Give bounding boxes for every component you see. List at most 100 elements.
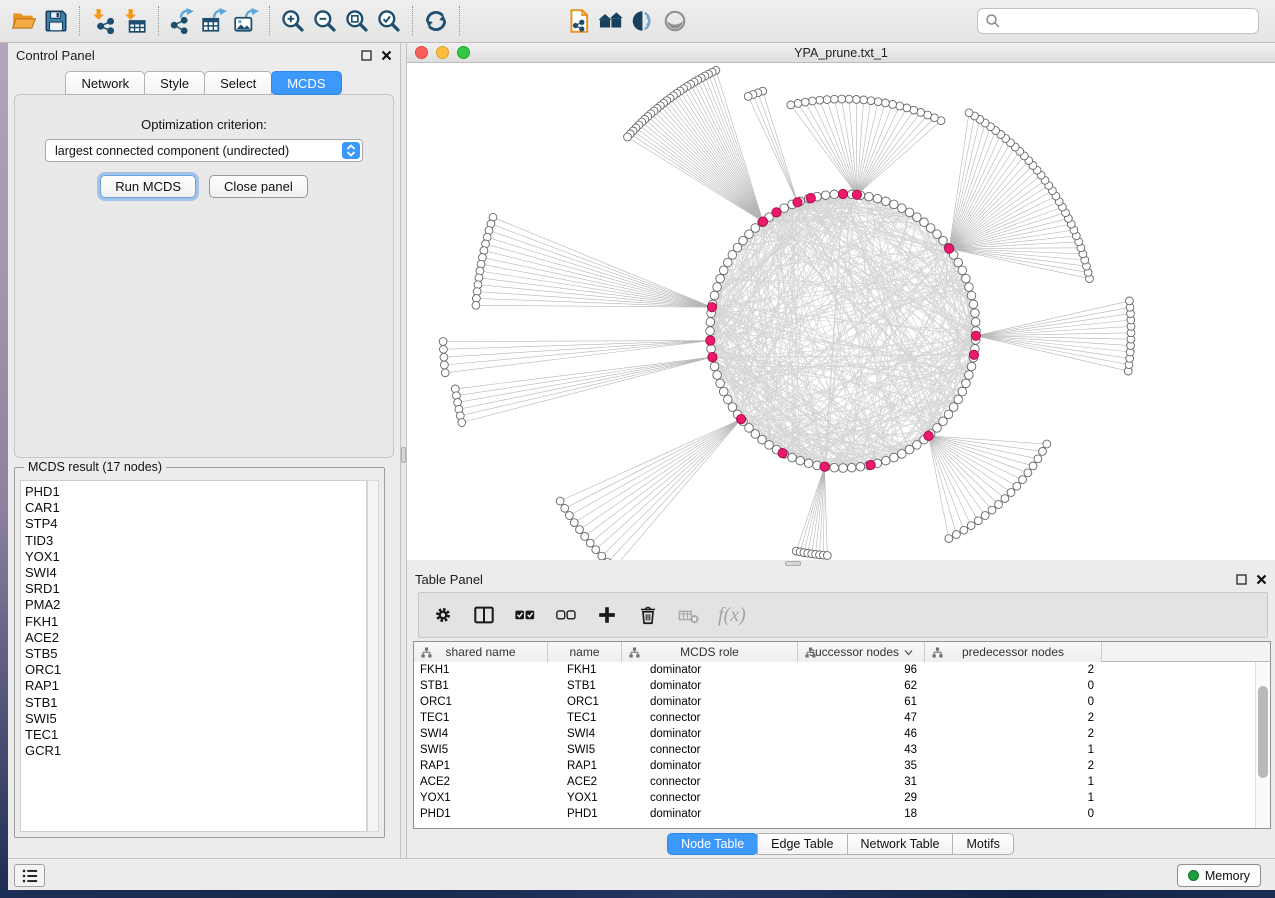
run-mcds-button[interactable]: Run MCDS [100, 175, 196, 198]
table-settings-button[interactable] [431, 603, 455, 627]
mcds-result-item[interactable]: STB5 [25, 646, 366, 662]
table-row[interactable]: YOX1YOX1connector291 [414, 790, 1270, 806]
mcds-result-item[interactable]: STB1 [25, 695, 366, 711]
cell-shared-name: ACE2 [414, 776, 548, 788]
refresh-icon [423, 8, 449, 34]
unchecked-boxes-icon [555, 604, 577, 626]
column-header-shared-name[interactable]: shared name [414, 642, 548, 662]
mcds-result-item[interactable]: STP4 [25, 516, 366, 532]
table-tab-node-table[interactable]: Node Table [667, 833, 758, 855]
mcds-result-item[interactable]: TID3 [25, 533, 366, 549]
zoom-in-button[interactable] [277, 4, 309, 38]
memory-button[interactable]: Memory [1177, 864, 1261, 887]
network-from-document-button[interactable] [563, 4, 595, 38]
horizontal-splitter-handle[interactable] [785, 561, 801, 566]
home-networks-button[interactable] [595, 4, 627, 38]
export-network-button[interactable] [166, 4, 198, 38]
mcds-result-item[interactable]: ORC1 [25, 662, 366, 678]
column-header-predecessor-nodes[interactable]: predecessor nodes [925, 642, 1102, 662]
zoom-out-button[interactable] [309, 4, 341, 38]
optimization-criterion-select[interactable]: largest connected component (undirected) [45, 139, 363, 162]
select-all-columns-button[interactable] [513, 603, 537, 627]
table-scrollbar[interactable] [1255, 662, 1270, 828]
mcds-result-item[interactable]: SWI4 [25, 565, 366, 581]
table-tab-motifs[interactable]: Motifs [952, 833, 1013, 855]
table-row[interactable]: STB1STB1dominator620 [414, 678, 1270, 694]
control-panel-title: Control Panel [16, 48, 95, 63]
tab-mcds[interactable]: MCDS [271, 71, 341, 95]
table-row[interactable]: ORC1ORC1dominator610 [414, 694, 1270, 710]
close-panel-button[interactable]: Close panel [209, 175, 308, 198]
table-scrollbar-thumb[interactable] [1258, 686, 1268, 778]
float-panel-icon[interactable] [1236, 574, 1247, 585]
table-tab-network-table[interactable]: Network Table [847, 833, 954, 855]
search-input[interactable] [977, 8, 1259, 34]
delete-column-button[interactable] [636, 603, 660, 627]
float-panel-icon[interactable] [361, 50, 372, 61]
table-row[interactable]: PHD1PHD1dominator180 [414, 806, 1270, 822]
table-row[interactable]: FKH1FKH1dominator962 [414, 662, 1270, 678]
mcds-result-item[interactable]: ACE2 [25, 630, 366, 646]
zoom-selected-button[interactable] [373, 4, 405, 38]
refresh-layout-button[interactable] [420, 4, 452, 38]
mcds-result-title: MCDS result (17 nodes) [24, 460, 166, 474]
mcds-result-item[interactable]: CAR1 [25, 500, 366, 516]
table-row[interactable]: ACE2ACE2connector311 [414, 774, 1270, 790]
toolbar-separator [459, 6, 460, 36]
node-table: shared namenameMCDS rolesuccessor nodesp… [413, 641, 1271, 829]
cell-name: YOX1 [548, 792, 622, 804]
zoom-fit-button[interactable] [341, 4, 373, 38]
mcds-list-scrollbar[interactable] [367, 480, 379, 832]
cell-name: SWI5 [548, 744, 622, 756]
mcds-result-item[interactable]: FKH1 [25, 614, 366, 630]
cell-name: SWI4 [548, 728, 622, 740]
export-table-button[interactable] [198, 4, 230, 38]
vertical-splitter[interactable] [400, 43, 407, 858]
window-maximize-button[interactable] [457, 46, 470, 59]
desktop-wallpaper-left [0, 43, 8, 890]
table-row[interactable]: TEC1TEC1connector472 [414, 710, 1270, 726]
create-column-button[interactable] [595, 603, 619, 627]
close-panel-icon[interactable] [381, 50, 392, 61]
show-columns-button[interactable] [472, 603, 496, 627]
control-panel-titlebar: Control Panel [8, 43, 400, 67]
table-row[interactable]: RAP1RAP1dominator352 [414, 758, 1270, 774]
mcds-result-item[interactable]: TEC1 [25, 727, 366, 743]
network-canvas[interactable] [407, 63, 1275, 560]
import-network-button[interactable] [87, 4, 119, 38]
export-image-button[interactable] [230, 4, 262, 38]
open-file-button[interactable] [8, 4, 40, 38]
toggle-graphics-details-button[interactable] [627, 4, 659, 38]
mcds-result-item[interactable]: YOX1 [25, 549, 366, 565]
save-session-button[interactable] [40, 4, 72, 38]
table-tab-edge-table[interactable]: Edge Table [757, 833, 847, 855]
mcds-result-item[interactable]: SWI5 [25, 711, 366, 727]
tab-select[interactable]: Select [204, 71, 272, 95]
tab-network[interactable]: Network [65, 71, 145, 95]
column-header-successor-nodes[interactable]: successor nodes [798, 642, 925, 662]
horizontal-splitter[interactable] [407, 560, 1275, 567]
tab-style[interactable]: Style [144, 71, 205, 95]
vertical-splitter-handle[interactable] [401, 447, 406, 463]
mcds-result-item[interactable]: PMA2 [25, 597, 366, 613]
table-row[interactable]: SWI5SWI5connector431 [414, 742, 1270, 758]
mcds-result-item[interactable]: RAP1 [25, 678, 366, 694]
task-history-button[interactable] [14, 864, 45, 887]
close-panel-icon[interactable] [1256, 574, 1267, 585]
window-minimize-button[interactable] [436, 46, 449, 59]
cell-successor-nodes: 29 [798, 792, 925, 804]
deselect-all-columns-button[interactable] [554, 603, 578, 627]
cell-predecessor-nodes: 1 [925, 776, 1102, 788]
cell-mcds-role: connector [622, 712, 798, 724]
mcds-result-item[interactable]: SRD1 [25, 581, 366, 597]
column-header-mcds-role[interactable]: MCDS role [622, 642, 798, 662]
columns-icon [473, 604, 495, 626]
import-table-button[interactable] [119, 4, 151, 38]
window-close-button[interactable] [415, 46, 428, 59]
mcds-result-item[interactable]: GCR1 [25, 743, 366, 759]
column-header-name[interactable]: name [548, 642, 622, 662]
birds-eye-view-button[interactable] [659, 4, 691, 38]
mcds-result-item[interactable]: PHD1 [25, 484, 366, 500]
network-graph [407, 63, 1275, 560]
table-row[interactable]: SWI4SWI4dominator462 [414, 726, 1270, 742]
